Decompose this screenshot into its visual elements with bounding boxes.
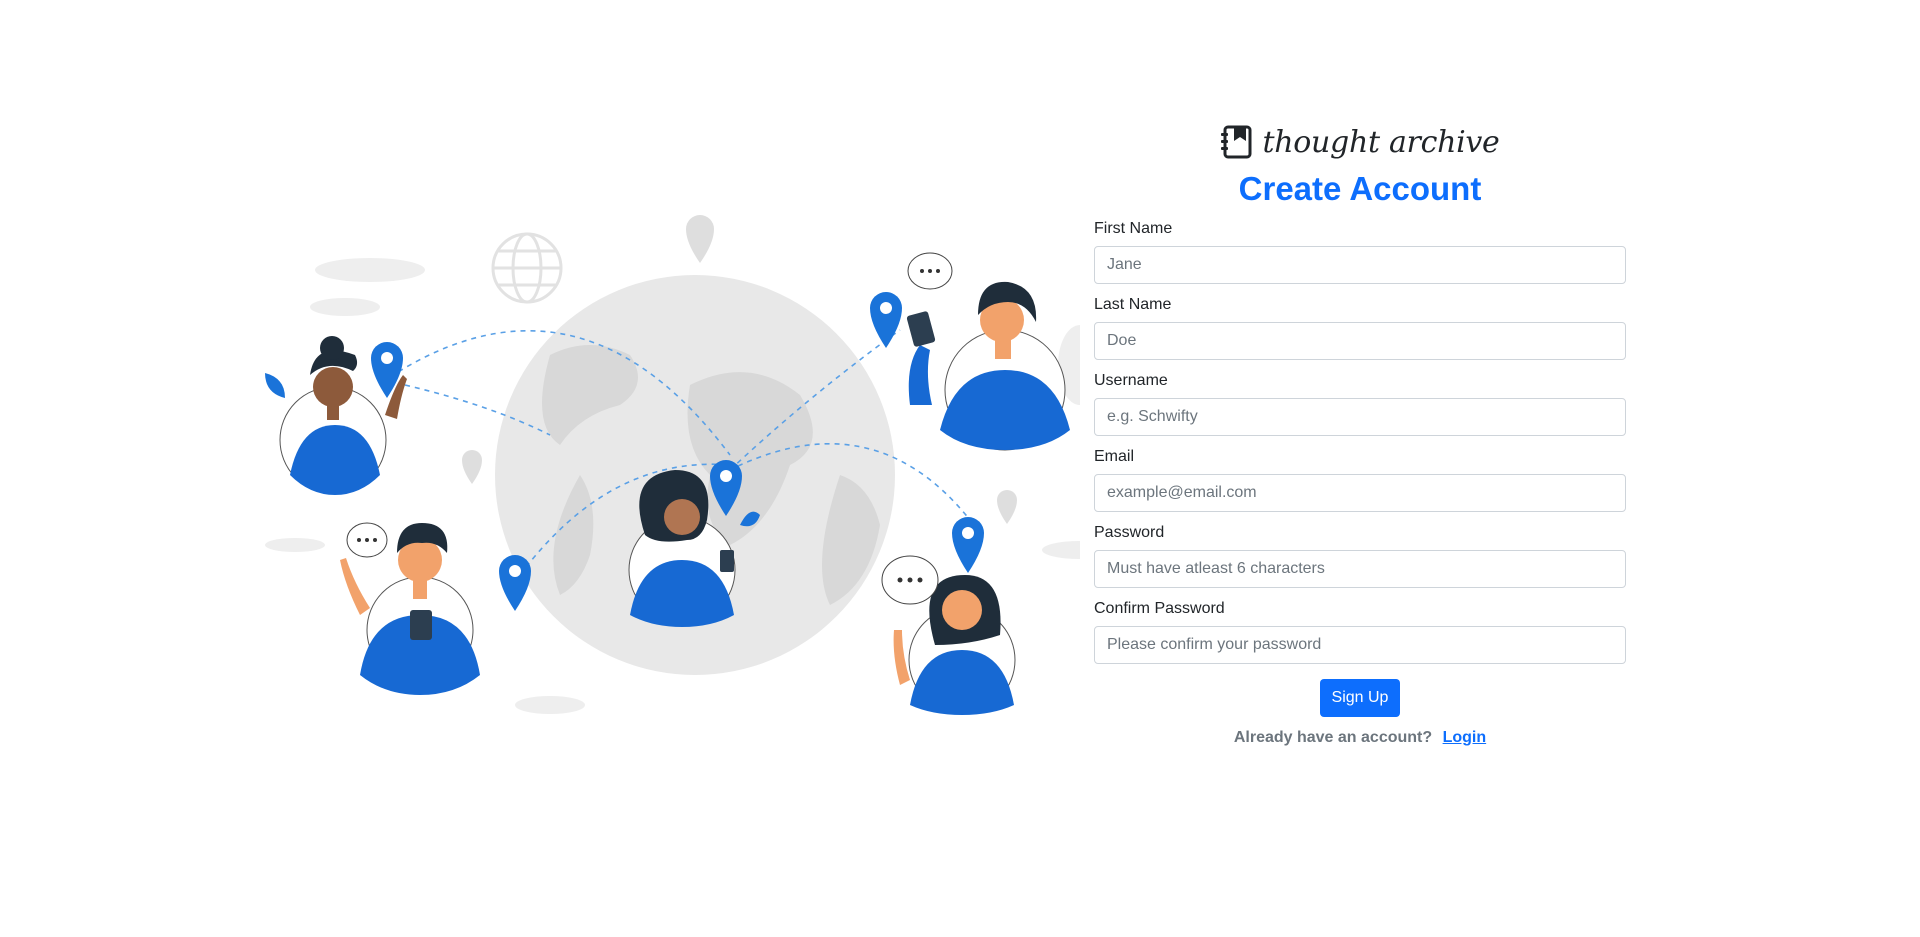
globe-icon: [491, 232, 563, 304]
sign-up-button[interactable]: Sign Up: [1319, 679, 1401, 717]
person-bottom-right: [881, 555, 1016, 715]
people-around-globe-illustration: [265, 215, 1118, 715]
password-group: Password: [1094, 520, 1626, 588]
last-name-group: Last Name: [1094, 292, 1626, 360]
brand: thought archive: [1094, 118, 1626, 166]
page-title: Create Account: [1238, 170, 1482, 207]
email-label: Email: [1094, 448, 1135, 465]
last-name-label: Last Name: [1094, 296, 1172, 313]
first-name-input[interactable]: [1094, 246, 1626, 284]
password-label: Password: [1094, 524, 1165, 541]
first-name-label: First Name: [1094, 220, 1173, 237]
signup-panel: thought archive Create Account First Nam…: [1094, 118, 1626, 747]
email-group: Email: [1094, 444, 1626, 512]
hero-illustration: [250, 215, 1118, 715]
notebook-icon: [1220, 125, 1254, 159]
confirm-password-label: Confirm Password: [1094, 600, 1225, 617]
person-bottom-left: [340, 522, 480, 695]
username-group: Username: [1094, 368, 1626, 436]
username-input[interactable]: [1094, 398, 1626, 436]
first-name-group: First Name: [1094, 216, 1626, 284]
brand-name: thought archive: [1262, 124, 1500, 160]
login-link[interactable]: Login: [1443, 729, 1487, 746]
password-input[interactable]: [1094, 550, 1626, 588]
form-actions: Sign Up: [1094, 679, 1626, 717]
confirm-password-input[interactable]: [1094, 626, 1626, 664]
username-label: Username: [1094, 372, 1168, 389]
login-prompt: Already have an account? Login: [1094, 729, 1626, 747]
signup-form: First Name Last Name Username Email Pass…: [1094, 216, 1626, 717]
last-name-input[interactable]: [1094, 322, 1626, 360]
email-input[interactable]: [1094, 474, 1626, 512]
login-prompt-text: Already have an account?: [1233, 729, 1433, 746]
confirm-password-group: Confirm Password: [1094, 596, 1626, 664]
person-top-right: [906, 252, 1070, 451]
